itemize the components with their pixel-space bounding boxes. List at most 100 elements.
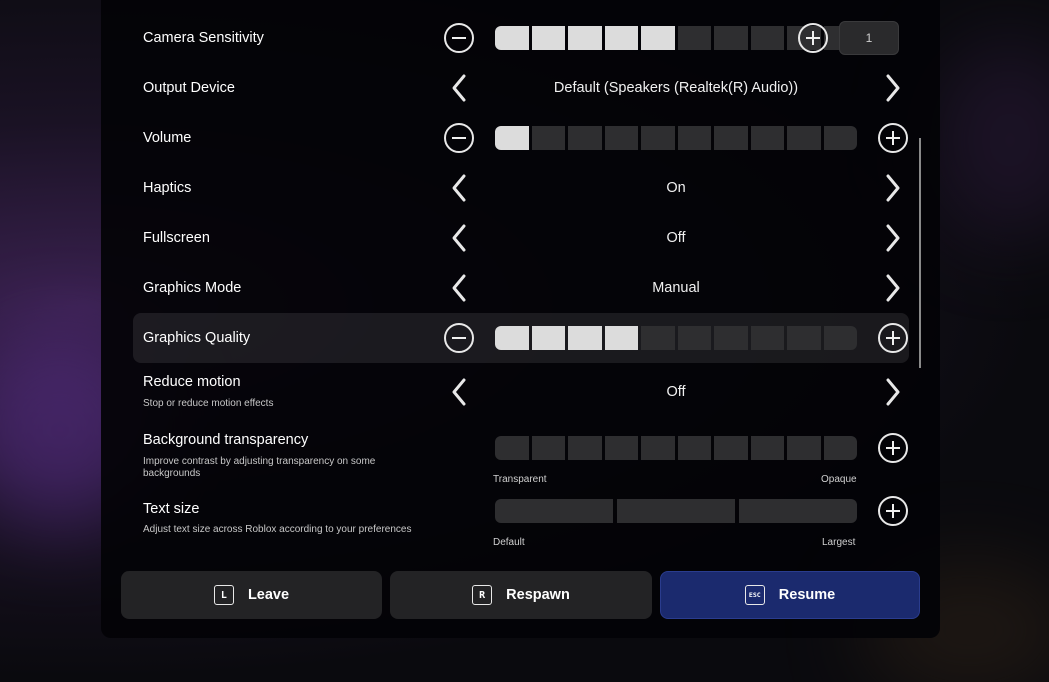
setting-label: Fullscreen: [143, 230, 210, 246]
text-size-segment[interactable]: [495, 499, 613, 523]
chevron-left-icon[interactable]: [448, 223, 470, 253]
setting-label: Volume: [143, 130, 192, 146]
output-device-value: Default (Speakers (Realtek(R) Audio)): [553, 80, 799, 96]
graphics-quality-slider[interactable]: [495, 326, 857, 350]
slider-segment[interactable]: [714, 326, 748, 350]
plus-icon: [892, 441, 894, 455]
setting-row-graphics-mode: Graphics Mode Manual: [133, 263, 909, 313]
slider-segment[interactable]: [604, 436, 638, 460]
slider-segment[interactable]: [495, 326, 529, 350]
text-size-slider[interactable]: [495, 499, 857, 523]
background-blur-dark: [930, 40, 1049, 240]
slider-segment[interactable]: [750, 126, 784, 150]
setting-row-reduce-motion: Reduce motion Stop or reduce motion effe…: [133, 363, 909, 419]
slider-segment[interactable]: [750, 436, 784, 460]
slider-segment[interactable]: [641, 26, 675, 50]
setting-label: Output Device: [143, 80, 235, 96]
decrease-camera-sensitivity-button[interactable]: [444, 23, 474, 53]
slider-segment[interactable]: [677, 126, 711, 150]
volume-slider[interactable]: [495, 126, 857, 150]
slider-segment[interactable]: [568, 436, 602, 460]
chevron-left-icon[interactable]: [448, 73, 470, 103]
slider-segment[interactable]: [495, 26, 529, 50]
slider-segment[interactable]: [531, 326, 565, 350]
plus-icon: [812, 31, 814, 45]
setting-row-output-device: Output Device Default (Speakers (Realtek…: [133, 63, 909, 113]
chevron-left-icon[interactable]: [452, 0, 474, 4]
slider-max-label: Largest: [822, 537, 856, 548]
slider-segment[interactable]: [568, 126, 602, 150]
text-size-segment[interactable]: [739, 499, 857, 523]
slider-min-label: Transparent: [493, 474, 547, 485]
plus-icon: [892, 504, 894, 518]
increase-camera-sensitivity-button[interactable]: [798, 23, 828, 53]
slider-segment[interactable]: [787, 436, 821, 460]
setting-label: Graphics Mode: [143, 280, 242, 296]
slider-segment[interactable]: [787, 326, 821, 350]
leave-button[interactable]: L Leave: [121, 571, 382, 619]
slider-segment[interactable]: [823, 126, 857, 150]
setting-label: Text size: [143, 501, 200, 517]
chevron-right-icon[interactable]: [882, 73, 904, 103]
increase-background-transparency-button[interactable]: [878, 433, 908, 463]
chevron-right-icon[interactable]: [882, 223, 904, 253]
minus-icon: [452, 337, 466, 339]
slider-segment[interactable]: [714, 26, 748, 50]
chevron-right-icon[interactable]: [882, 273, 904, 303]
reduce-motion-value: Off: [666, 384, 686, 400]
slider-segment[interactable]: [641, 436, 675, 460]
slider-segment[interactable]: [531, 126, 565, 150]
slider-segment[interactable]: [677, 26, 711, 50]
resume-label: Resume: [778, 587, 836, 603]
camera-sensitivity-input[interactable]: 1: [839, 21, 899, 55]
respawn-button[interactable]: R Respawn: [390, 571, 652, 619]
decrease-volume-button[interactable]: [444, 123, 474, 153]
slider-segment[interactable]: [604, 126, 638, 150]
slider-segment[interactable]: [714, 126, 748, 150]
key-r-icon: R: [472, 585, 493, 605]
scrollbar[interactable]: [919, 138, 921, 368]
slider-segment[interactable]: [604, 326, 638, 350]
setting-label: Camera Sensitivity: [143, 30, 264, 46]
slider-segment[interactable]: [750, 26, 784, 50]
slider-segment[interactable]: [823, 326, 857, 350]
slider-segment[interactable]: [641, 326, 675, 350]
camera-sensitivity-value: 1: [865, 31, 873, 45]
slider-segment[interactable]: [750, 326, 784, 350]
slider-segment[interactable]: [568, 26, 602, 50]
setting-description: Improve contrast by adjusting transparen…: [143, 456, 376, 479]
chevron-right-icon[interactable]: [882, 377, 904, 407]
fullscreen-value: Off: [666, 230, 686, 246]
plus-icon: [892, 131, 894, 145]
slider-segment[interactable]: [677, 436, 711, 460]
slider-segment[interactable]: [495, 126, 529, 150]
leave-label: Leave: [247, 587, 290, 603]
slider-segment[interactable]: [714, 436, 748, 460]
slider-segment[interactable]: [641, 126, 675, 150]
chevron-right-icon[interactable]: [883, 0, 905, 4]
slider-segment[interactable]: [531, 26, 565, 50]
increase-text-size-button[interactable]: [878, 496, 908, 526]
minus-icon: [452, 37, 466, 39]
slider-segment[interactable]: [495, 436, 529, 460]
slider-max-label: Opaque: [821, 474, 857, 485]
decrease-graphics-quality-button[interactable]: [444, 323, 474, 353]
increase-volume-button[interactable]: [878, 123, 908, 153]
chevron-right-icon[interactable]: [882, 173, 904, 203]
background-transparency-slider[interactable]: [495, 436, 857, 460]
slider-segment[interactable]: [787, 126, 821, 150]
increase-graphics-quality-button[interactable]: [878, 323, 908, 353]
slider-segment[interactable]: [823, 436, 857, 460]
text-size-segment[interactable]: [617, 499, 735, 523]
slider-segment[interactable]: [531, 436, 565, 460]
setting-label: Graphics Quality: [143, 330, 251, 346]
slider-segment[interactable]: [604, 26, 638, 50]
chevron-left-icon[interactable]: [448, 377, 470, 407]
graphics-mode-value: Manual: [652, 280, 700, 296]
slider-segment[interactable]: [568, 326, 602, 350]
chevron-left-icon[interactable]: [448, 173, 470, 203]
chevron-left-icon[interactable]: [448, 273, 470, 303]
resume-button[interactable]: ESC Resume: [660, 571, 920, 619]
slider-segment[interactable]: [677, 326, 711, 350]
setting-row-fullscreen: Fullscreen Off: [133, 213, 909, 263]
